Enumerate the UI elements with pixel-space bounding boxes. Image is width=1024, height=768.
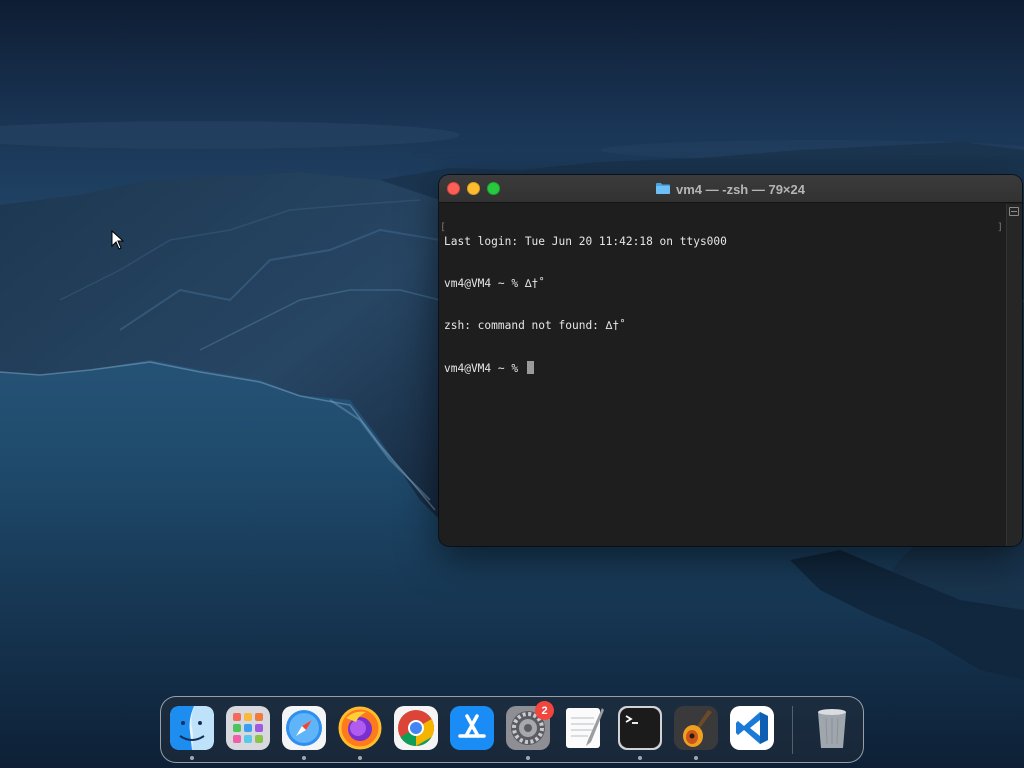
- textedit-icon: [566, 708, 604, 748]
- terminal-line: vm4@VM4 ~ % ∆†˚: [444, 277, 546, 290]
- terminal-icon: [618, 706, 662, 750]
- window-title: vm4 — -zsh — 79×24: [439, 175, 1022, 203]
- text-cursor: [526, 361, 534, 374]
- dock-item-garageband[interactable]: [674, 706, 718, 750]
- running-indicator: [302, 756, 306, 760]
- chrome-icon: [394, 706, 438, 750]
- folder-icon: [656, 182, 670, 194]
- notification-badge: 2: [535, 701, 554, 720]
- dock-item-textedit[interactable]: [562, 706, 606, 750]
- safari-icon: [282, 706, 326, 750]
- running-indicator: [638, 756, 642, 760]
- dock-item-terminal[interactable]: [618, 706, 662, 750]
- firefox-icon: [338, 706, 382, 750]
- selection-mark-right-icon: ]: [996, 222, 1003, 233]
- window-titlebar[interactable]: vm4 — -zsh — 79×24: [439, 175, 1022, 203]
- trash-icon: [818, 709, 846, 748]
- mouse-pointer-icon: [111, 229, 125, 250]
- terminal-prompt: vm4@VM4 ~ %: [444, 362, 525, 375]
- running-indicator: [358, 756, 362, 760]
- running-indicator: [526, 756, 530, 760]
- scrollbar[interactable]: [1006, 204, 1022, 546]
- app-store-icon: [450, 706, 494, 750]
- launchpad-icon: [226, 706, 270, 750]
- terminal-line: zsh: command not found: ∆†˚: [444, 319, 626, 332]
- dock-item-app-store[interactable]: [450, 706, 494, 750]
- window-title-text: vm4 — -zsh — 79×24: [676, 181, 805, 197]
- running-indicator: [190, 756, 194, 760]
- dock-separator: [792, 706, 793, 754]
- terminal-prompt-line[interactable]: vm4@VM4 ~ %: [444, 361, 1006, 375]
- selection-mark-left-icon: [: [440, 222, 447, 233]
- finder-icon: [170, 706, 214, 750]
- dock-item-vscode[interactable]: [730, 706, 774, 750]
- dock-item-firefox[interactable]: [338, 706, 382, 750]
- running-indicator: [694, 756, 698, 760]
- split-pane-icon[interactable]: [1009, 207, 1019, 216]
- dock: 2: [160, 696, 864, 763]
- dock-item-finder[interactable]: [170, 706, 214, 750]
- dock-item-safari[interactable]: [282, 706, 326, 750]
- dock-item-chrome[interactable]: [394, 706, 438, 750]
- garageband-icon: [674, 706, 718, 750]
- vscode-icon: [730, 706, 774, 750]
- terminal-window[interactable]: vm4 — -zsh — 79×24 Last login: Tue Jun 2…: [439, 175, 1022, 546]
- dock-item-trash[interactable]: [810, 706, 854, 750]
- terminal-line: Last login: Tue Jun 20 11:42:18 on ttys0…: [444, 235, 727, 248]
- dock-item-launchpad[interactable]: [226, 706, 270, 750]
- terminal-output[interactable]: Last login: Tue Jun 20 11:42:18 on ttys0…: [439, 204, 1006, 546]
